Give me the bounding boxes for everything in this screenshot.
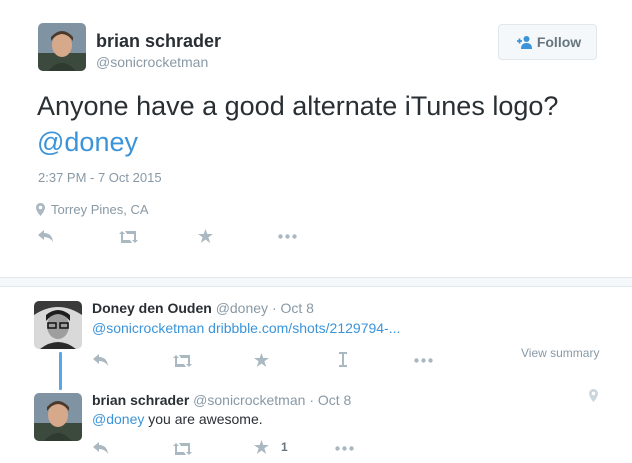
reply-avatar[interactable] (34, 393, 82, 441)
reply-author-handle[interactable]: @sonicrocketman (193, 392, 305, 408)
reply-text: @sonicrocketman dribbble.com/shots/21297… (92, 320, 400, 336)
more-dots-icon (278, 234, 297, 239)
reply-icon (93, 354, 108, 366)
meta-separator: · (309, 392, 314, 408)
reply-icon (93, 442, 108, 454)
follow-button[interactable]: Follow (498, 24, 597, 60)
more-button[interactable] (335, 446, 354, 451)
tweet-text-body: Anyone have a good alternate iTunes logo… (37, 91, 559, 121)
star-icon (198, 229, 213, 243)
reply-author-name[interactable]: Doney den Ouden (92, 300, 212, 316)
location-pin-icon (589, 389, 598, 407)
view-summary-link[interactable]: View summary (521, 346, 599, 360)
reply-button[interactable] (93, 354, 109, 366)
reply-mention-link[interactable]: @doney (92, 411, 144, 427)
favorite-button[interactable] (254, 353, 269, 367)
favorite-button[interactable] (198, 229, 213, 243)
avatar-photo (34, 301, 82, 349)
tweet-timestamp[interactable]: 2:37 PM - 7 Oct 2015 (38, 170, 162, 185)
retweet-button[interactable] (173, 355, 192, 367)
reply-text: @doney you are awesome. (92, 411, 263, 427)
reply-author-name[interactable]: brian schrader (92, 392, 189, 408)
tweet-mention-link[interactable]: @doney (37, 127, 138, 157)
star-icon (254, 353, 269, 367)
reply-date[interactable]: Oct 8 (318, 392, 351, 408)
meta-separator: · (271, 300, 277, 316)
conversation-thread-line (59, 352, 62, 390)
retweet-icon (119, 231, 138, 243)
tweet-location[interactable]: Torrey Pines, CA (36, 202, 149, 217)
location-label: Torrey Pines, CA (51, 202, 149, 217)
more-button[interactable] (278, 234, 297, 239)
more-dots-icon (414, 358, 433, 363)
reply-mention-link[interactable]: @sonicrocketman (92, 320, 204, 336)
star-icon (254, 440, 269, 454)
add-user-icon (516, 36, 532, 49)
reply-header: brian schrader @sonicrocketman · Oct 8 (92, 392, 351, 408)
avatar-photo (34, 393, 82, 441)
section-divider (0, 277, 632, 287)
more-button[interactable] (414, 358, 433, 363)
retweet-icon (173, 355, 192, 367)
location-pin-icon (36, 203, 45, 216)
reply-author-handle[interactable]: @doney (216, 300, 268, 316)
retweet-icon (173, 443, 192, 455)
reply-text-body: you are awesome. (144, 411, 263, 427)
i-beam-icon (339, 352, 347, 367)
reply-date[interactable]: Oct 8 (281, 300, 314, 316)
favorite-count: 1 (281, 440, 288, 454)
avatar-photo (38, 23, 86, 71)
reply-header: Doney den Ouden @doney · Oct 8 (92, 300, 314, 316)
reply-url-link[interactable]: dribbble.com/shots/2129794-... (208, 320, 400, 336)
follow-label: Follow (536, 34, 582, 50)
reply-button[interactable] (38, 230, 54, 242)
author-avatar[interactable] (38, 23, 86, 71)
author-name[interactable]: brian schrader (96, 31, 221, 52)
favorite-button[interactable]: 1 (254, 440, 288, 454)
author-handle[interactable]: @sonicrocketman (96, 54, 208, 70)
retweet-button[interactable] (173, 443, 192, 455)
reply-avatar[interactable] (34, 301, 82, 349)
vine-button[interactable] (339, 352, 347, 367)
retweet-button[interactable] (119, 231, 138, 243)
more-dots-icon (335, 446, 354, 451)
reply-icon (38, 230, 53, 242)
tweet-text: Anyone have a good alternate iTunes logo… (37, 88, 607, 160)
reply-button[interactable] (93, 442, 109, 454)
